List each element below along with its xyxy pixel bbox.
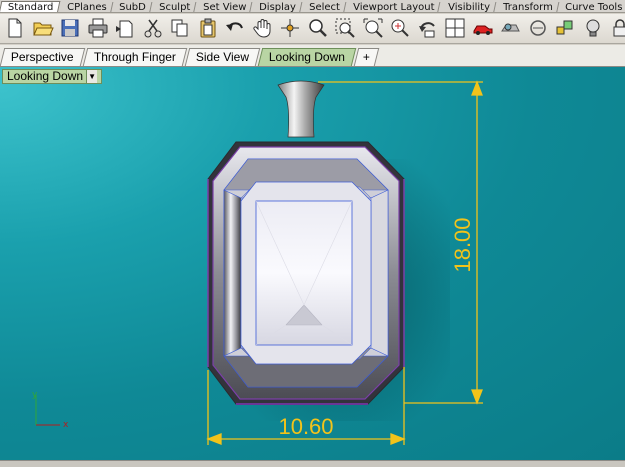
toolbar-tab-label: Set View	[203, 2, 247, 13]
viewport-looking-down[interactable]: 18.00 10.60 y x Looking Down ▼	[0, 67, 625, 460]
chevron-down-icon[interactable]: ▼	[86, 70, 98, 83]
light-bulb-icon[interactable]	[582, 17, 604, 41]
axis-x-label: x	[63, 420, 69, 429]
open-folder-icon[interactable]	[32, 17, 54, 41]
toolbar-tab-label: Viewport Layout	[353, 2, 435, 13]
viewport-title: Looking Down	[7, 69, 84, 83]
curve-icon[interactable]	[527, 17, 549, 41]
toolbar-tab-label: Display	[259, 2, 297, 13]
viewport-tab-side-view[interactable]: Side View	[184, 48, 261, 66]
viewport-title-dropdown[interactable]: Looking Down ▼	[2, 69, 103, 84]
new-file-icon[interactable]	[4, 17, 26, 41]
standard-toolbar	[0, 14, 625, 44]
pan-hand-icon[interactable]	[252, 17, 274, 41]
undo-view-icon[interactable]	[417, 17, 439, 41]
toolbar-tab-cplanes[interactable]: CPlanes	[58, 2, 113, 13]
toolbar-tab-subd[interactable]: SubD	[110, 2, 153, 13]
pendant-model: 18.00 10.60	[206, 80, 483, 445]
import-icon[interactable]	[114, 17, 136, 41]
toolbar-tab-label: Select	[309, 2, 341, 13]
zoom-extents-icon[interactable]	[362, 17, 384, 41]
add-viewport-tab-button[interactable]: +	[353, 48, 380, 66]
toolbar-tab-set-view[interactable]: Set View	[194, 2, 253, 13]
toolbar-tab-viewport-layout[interactable]: Viewport Layout	[344, 2, 441, 13]
copy-icon[interactable]	[169, 17, 191, 41]
dimension-height-label: 18.00	[450, 217, 475, 272]
save-icon[interactable]	[59, 17, 81, 41]
toolbar-tab-strip: Standard CPlanes SubD Sculpt Set View Display…	[0, 0, 625, 13]
rotate-view-icon[interactable]	[279, 17, 301, 41]
viewport-tab-label: Side View	[195, 50, 249, 64]
print-icon[interactable]	[87, 17, 109, 41]
viewport-tab-label: Perspective	[10, 50, 74, 64]
add-viewport-plus-icon: +	[362, 50, 370, 64]
toolbar-tab-label: Transform	[502, 2, 553, 13]
viewport-tab-looking-down[interactable]: Looking Down	[257, 48, 357, 66]
toolbar-tab-standard[interactable]: Standard	[0, 1, 60, 13]
cut-icon[interactable]	[142, 17, 164, 41]
toolbar-tab-label: Visibility	[447, 2, 490, 13]
viewport-tab-label: Through Finger	[93, 50, 176, 64]
toolbar-tab-label: CPlanes	[66, 2, 107, 13]
undo-icon[interactable]	[224, 17, 246, 41]
viewport-tab-through-finger[interactable]: Through Finger	[82, 48, 187, 66]
dimension-width-label: 10.60	[278, 414, 333, 439]
four-viewports-icon[interactable]	[444, 17, 466, 41]
toolbar-tab-display[interactable]: Display	[251, 2, 303, 13]
zoom-window-icon[interactable]	[334, 17, 356, 41]
paste-icon[interactable]	[197, 17, 219, 41]
viewport-tab-strip: Perspective Through Finger Side View Lookin…	[0, 45, 625, 67]
pendant-bail	[277, 80, 325, 138]
toolbar-tab-label: Standard	[7, 2, 54, 13]
axis-y-label: y	[32, 390, 38, 400]
car-model-icon[interactable]	[472, 17, 494, 41]
toolbar-tab-curve-tools[interactable]: Curve Tools	[556, 2, 625, 13]
toolbar-tab-sculpt[interactable]: Sculpt	[150, 2, 197, 13]
render-icon[interactable]	[499, 17, 521, 41]
layer-icon[interactable]	[554, 17, 576, 41]
viewport-tab-label: Looking Down	[268, 50, 345, 64]
toolbar-tab-label: Curve Tools	[565, 2, 623, 13]
axis-indicator: y x	[32, 390, 69, 429]
toolbar-tab-label: Sculpt	[158, 2, 191, 13]
lock-icon[interactable]	[609, 17, 625, 41]
toolbar-tab-transform[interactable]: Transform	[494, 2, 559, 13]
zoom-icon[interactable]	[307, 17, 329, 41]
zoom-selected-icon[interactable]	[389, 17, 411, 41]
viewport-tab-perspective[interactable]: Perspective	[0, 48, 85, 66]
toolbar-tab-visibility[interactable]: Visibility	[439, 2, 496, 13]
toolbar-tab-label: SubD	[119, 2, 146, 13]
toolbar-tab-select[interactable]: Select	[300, 2, 347, 13]
status-bar	[0, 460, 625, 467]
